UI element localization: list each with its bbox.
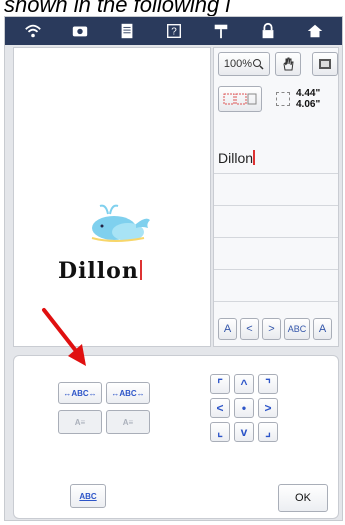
document-icon[interactable] [116, 21, 138, 41]
center-button[interactable]: • [234, 398, 254, 418]
move-down-button[interactable]: v [234, 422, 254, 442]
annotation-arrow-icon [42, 308, 86, 366]
text-cursor [139, 260, 142, 280]
move-down-left-button[interactable]: ⌞ [210, 422, 230, 442]
direction-pad: ⌜ ^ ⌝ < • > ⌞ v ⌟ [210, 374, 278, 442]
lock-icon[interactable] [257, 21, 279, 41]
wifi-icon[interactable] [22, 21, 44, 41]
embroidery-preview: Dillon [13, 47, 211, 347]
next-button[interactable]: > [262, 318, 281, 340]
help-icon[interactable]: ? [163, 21, 185, 41]
move-up-button[interactable]: ^ [234, 374, 254, 394]
pattern-width: 4.44" [296, 88, 321, 99]
edit-panel: 100% 4.44" 4.06" Dillon A < > ABC A [213, 47, 339, 347]
embroidery-name-text: Dillon [58, 258, 142, 284]
hand-pan-button[interactable] [275, 52, 301, 76]
size-icon [276, 92, 290, 106]
prev-button[interactable]: < [240, 318, 259, 340]
zoom-button[interactable]: 100% [218, 52, 270, 76]
caption-text: shown in the following i [4, 0, 231, 16]
pattern-height: 4.06" [296, 99, 321, 110]
svg-text:?: ? [171, 27, 177, 38]
abc-font-button[interactable]: ABC [70, 484, 106, 508]
line-spacing-decrease-button[interactable]: A ≡ [58, 410, 102, 434]
spacing-increase-button[interactable]: ↔ ABC ↔ [106, 382, 150, 404]
text-line[interactable] [214, 206, 338, 238]
move-left-button[interactable]: < [210, 398, 230, 418]
ok-button[interactable]: OK [278, 484, 328, 512]
layout-icon [223, 93, 257, 105]
hand-icon [283, 57, 294, 71]
move-up-left-button[interactable]: ⌜ [210, 374, 230, 394]
whale-icon [91, 204, 150, 242]
frame-icon [319, 59, 331, 69]
frame-button[interactable] [312, 52, 338, 76]
edit-controls-panel: ↔ ABC ↔ ↔ ABC ↔ A ≡ A ≡ ⌜ ^ ⌝ < • > ⌞ v ⌟ ABC … [13, 355, 339, 519]
camera-icon[interactable] [69, 21, 91, 41]
layout-button[interactable] [218, 86, 262, 112]
a-mode-button[interactable]: A [313, 318, 332, 340]
home-icon[interactable] [304, 21, 326, 41]
needle-icon[interactable] [210, 21, 232, 41]
text-line[interactable] [214, 238, 338, 270]
text-line[interactable]: Dillon [214, 142, 338, 174]
text-line[interactable] [214, 174, 338, 206]
move-up-right-button[interactable]: ⌝ [258, 374, 278, 394]
font-button[interactable]: A [218, 318, 237, 340]
pattern-size: 4.44" 4.06" [296, 88, 320, 110]
embroidery-screen: ? Dillon 100% 4.44" 4.06" Dillon A < > A… [4, 16, 343, 521]
magnifier-icon [253, 59, 264, 70]
text-lines: Dillon [214, 142, 338, 302]
zoom-level: 100% [223, 58, 253, 70]
top-toolbar: ? [5, 17, 342, 45]
move-down-right-button[interactable]: ⌟ [258, 422, 278, 442]
line-spacing-increase-button[interactable]: A ≡ [106, 410, 150, 434]
spacing-decrease-button[interactable]: ↔ ABC ↔ [58, 382, 102, 404]
move-right-button[interactable]: > [258, 398, 278, 418]
abc-mode-button[interactable]: ABC [284, 318, 310, 340]
text-cursor [253, 150, 255, 165]
text-line[interactable] [214, 270, 338, 302]
